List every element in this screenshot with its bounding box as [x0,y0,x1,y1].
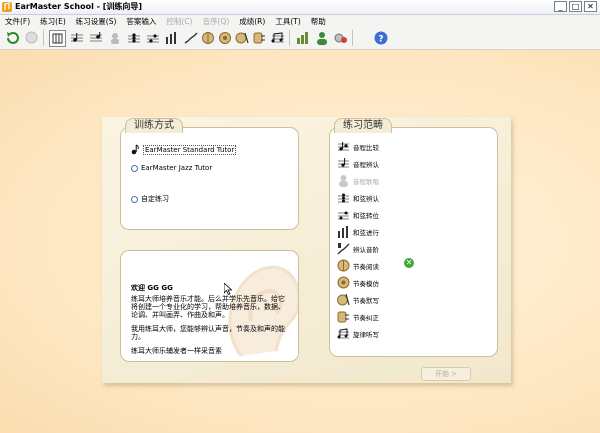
interval-compare-icon [337,140,350,153]
welcome-text: 练耳大师培养音乐才能。后么并学乐先音乐。给它将创建一个专业化的学习，帮助培养音乐… [131,295,291,361]
interval-compare-icon[interactable] [69,30,84,45]
option-standard-tutor[interactable]: EarMaster Standard Tutor [131,144,237,155]
menu-control[interactable]: 控制(C) [161,16,197,27]
help-icon[interactable]: ? [373,30,388,45]
menu-tools[interactable]: 工具(T) [270,16,305,27]
rhythm-imitate-icon [337,276,350,289]
practice-item-label: 和弦辨认 [353,194,379,203]
rhythm-correct-icon[interactable] [251,30,266,45]
toolbar: ? [0,27,600,50]
interval-sing-icon [337,174,350,187]
menu-help[interactable]: 帮助 [306,16,331,27]
svg-text:?: ? [378,34,383,44]
radio-button[interactable] [131,164,138,172]
practice-item-label: 和弦进行 [353,228,379,237]
radio-button[interactable] [131,195,138,203]
practice-item-interval-identify[interactable]: 音程辨认 [337,157,379,170]
minimize-button[interactable]: _ [554,1,567,12]
interval-identify-icon [337,157,350,170]
melody-dictation-icon[interactable] [270,30,285,45]
interval-identify-icon[interactable] [88,30,103,45]
chord-inversion-icon[interactable] [145,30,160,45]
scale-identify-icon [337,242,350,255]
menu-results[interactable]: 成绩(R) [234,16,270,27]
menu-file[interactable]: 文件(F) [0,16,35,27]
welcome-paragraph: 练耳大师培养音乐才能。后么并学乐先音乐。给它将创建一个专业化的学习，帮助培养音乐… [131,295,285,319]
option-custom-practice[interactable]: 自定练习 [131,194,169,204]
chord-inversion-icon [337,208,350,221]
practice-scope-panel: 练习范畴 音程比较 音程辨认 音程歌唱 和弦辨认 和弦转位 和弦进行 辨认音阶 [329,118,498,357]
chord-progression-icon [337,225,350,238]
clear-selection-icon[interactable]: ✕ [404,258,414,268]
practice-item-label: 音程歌唱 [353,177,379,186]
rhythm-read-icon [337,259,350,272]
training-mode-panel: 训练方式 EarMaster Standard Tutor EarMaster … [120,118,299,230]
practice-item-label: 节奏阅读 [353,262,379,271]
maximize-button[interactable]: □ [569,1,582,12]
practice-item-label: 节奏默写 [353,296,379,305]
menu-sequence[interactable]: 音序(Q) [197,16,234,27]
window-title: EarMaster School - [训练向导] [15,2,143,11]
practice-item-rhythm-correct[interactable]: 节奏纠正 [337,310,379,323]
practice-item-chord-inversion[interactable]: 和弦转位 [337,208,379,221]
practice-scope-title: 练习范畴 [334,118,392,133]
practice-item-scale-identify[interactable]: 辨认音阶 [337,242,379,255]
practice-item-interval-compare[interactable]: 音程比较 [337,140,379,153]
practice-item-label: 和弦转位 [353,211,379,220]
disabled-circle-icon[interactable] [24,30,39,45]
practice-item-chord-identify[interactable]: 和弦辨认 [337,191,379,204]
rhythm-dictation-icon [337,293,350,306]
start-button[interactable]: 开始 > [421,367,471,381]
menu-exercise[interactable]: 练习(E) [35,16,71,27]
practice-item-label: 节奏模仿 [353,279,379,288]
welcome-paragraph: 我用练耳大师，您能够辨认声音，节奏及和声的能力。 [131,325,285,341]
option-standard-tutor-label: EarMaster Standard Tutor [143,144,237,155]
menu-bar: 文件(F) 练习(E) 练习设置(S) 答案输入 控制(C) 音序(Q) 成绩(… [0,15,600,27]
note-icon [131,144,139,155]
mouse-cursor-icon [224,283,232,295]
option-custom-practice-label: 自定练习 [141,195,169,203]
practice-item-label: 辨认音阶 [353,245,379,254]
melody-dictation-icon [337,327,350,340]
rhythm-read-icon[interactable] [200,30,215,45]
option-jazz-tutor[interactable]: EarMaster Jazz Tutor [131,164,212,172]
close-button[interactable]: ✕ [584,1,597,12]
practice-item-chord-progression[interactable]: 和弦进行 [337,225,379,238]
practice-item-label: 音程比较 [353,143,379,152]
title-bar: EarMaster School - [训练向导] _ □ ✕ [0,0,600,15]
menu-answer-input[interactable]: 答案输入 [121,16,161,27]
user-icon[interactable] [314,30,329,45]
keyboard-icon[interactable] [49,30,66,47]
menu-exercise-settings[interactable]: 练习设置(S) [71,16,122,27]
practice-item-interval-sing[interactable]: 音程歌唱 [337,174,379,187]
rhythm-dictation-icon[interactable] [234,30,249,45]
statistics-icon[interactable] [295,30,310,45]
welcome-panel: 欢迎 GG GG 练耳大师培养音乐才能。后么并学乐先音乐。给它将创建一个专业化的… [120,250,299,362]
interval-sing-icon[interactable] [107,30,122,45]
welcome-paragraph: 练耳大师乐辅发者一样采音素 [131,347,222,355]
settings-icon[interactable] [333,30,348,45]
rhythm-imitate-icon[interactable] [217,30,232,45]
chord-identify-icon[interactable] [126,30,141,45]
practice-item-label: 音程辨认 [353,160,379,169]
training-wizard-dialog: 训练方式 EarMaster Standard Tutor EarMaster … [102,117,511,383]
welcome-title: 欢迎 GG GG [131,284,173,292]
refresh-icon[interactable] [5,30,20,45]
practice-item-label: 节奏纠正 [353,313,379,322]
practice-item-rhythm-imitate[interactable]: 节奏模仿 [337,276,379,289]
chord-progression-icon[interactable] [164,30,179,45]
app-icon [2,2,12,12]
practice-item-rhythm-read[interactable]: 节奏阅读 [337,259,379,272]
practice-item-melody-dictation[interactable]: 旋律听写 [337,327,379,340]
practice-item-label: 旋律听写 [353,330,379,339]
practice-item-rhythm-dictation[interactable]: 节奏默写 [337,293,379,306]
rhythm-correct-icon [337,310,350,323]
option-jazz-tutor-label: EarMaster Jazz Tutor [141,164,213,172]
training-mode-title: 训练方式 [125,118,183,133]
scale-identify-icon[interactable] [183,30,198,45]
chord-identify-icon [337,191,350,204]
